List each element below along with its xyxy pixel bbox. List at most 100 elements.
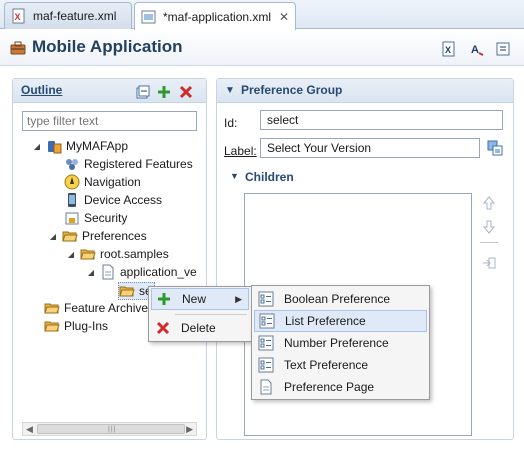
preference-group-title: Preference Group bbox=[241, 83, 343, 97]
tab-maf-feature[interactable]: X maf-feature.xml bbox=[4, 2, 132, 29]
id-label: Id: bbox=[224, 116, 238, 130]
tree-node-label: Feature Archive bbox=[64, 301, 149, 315]
help-icon[interactable] bbox=[494, 40, 512, 58]
menu-item-boolean-preference[interactable]: Boolean Preference bbox=[254, 288, 427, 310]
tree-node-feature-archive[interactable]: Feature Archive bbox=[44, 299, 148, 317]
tree-node-label: MyMAFApp bbox=[66, 139, 129, 153]
label-field[interactable]: Select Your Version bbox=[260, 138, 480, 158]
folder-open-icon bbox=[119, 283, 135, 299]
grip-icon: ||| bbox=[108, 426, 117, 433]
list-preference-icon bbox=[258, 335, 274, 351]
translate-icon[interactable] bbox=[486, 139, 504, 157]
svg-text:X: X bbox=[445, 45, 451, 55]
features-icon bbox=[64, 156, 80, 172]
horizontal-scrollbar[interactable]: ◀ ||| ▶ bbox=[22, 422, 197, 436]
tree-node-device-access[interactable]: Device Access bbox=[64, 191, 162, 209]
tree-node-label: Device Access bbox=[84, 193, 163, 207]
overview-icon[interactable]: A bbox=[468, 40, 486, 58]
delete-icon[interactable] bbox=[178, 84, 194, 100]
label-link[interactable]: Label: bbox=[224, 144, 257, 158]
menu-item-number-preference[interactable]: Number Preference bbox=[254, 332, 427, 354]
menu-item-list-preference[interactable]: List Preference bbox=[254, 310, 427, 332]
security-icon bbox=[64, 210, 80, 226]
tree-node-security[interactable]: Security bbox=[64, 209, 127, 227]
tab-maf-application[interactable]: *maf-application.xml ✕ bbox=[134, 2, 296, 30]
menu-item-label: Number Preference bbox=[284, 336, 389, 350]
collapse-icon[interactable]: ▼ bbox=[225, 85, 235, 96]
scrollbar-thumb[interactable]: ||| bbox=[37, 424, 185, 434]
folder-icon bbox=[44, 300, 60, 316]
folder-open-icon bbox=[62, 228, 78, 244]
editor-tab-bar: X maf-feature.xml *maf-application.xml ✕ bbox=[0, 0, 524, 30]
source-view-icon[interactable]: X bbox=[440, 40, 458, 58]
expand-icon[interactable]: ◢ bbox=[86, 268, 96, 277]
close-icon[interactable]: ✕ bbox=[279, 10, 289, 24]
xml-file-icon: X bbox=[11, 8, 27, 24]
outline-header: Outline bbox=[13, 79, 206, 103]
list-preference-icon bbox=[258, 291, 274, 307]
collapse-all-icon[interactable] bbox=[135, 84, 151, 100]
tree-node-label: Navigation bbox=[84, 175, 141, 189]
list-preference-icon bbox=[259, 313, 275, 329]
expand-icon[interactable]: ◢ bbox=[66, 250, 76, 259]
menu-item-new[interactable]: New ▶ bbox=[151, 288, 249, 310]
tree-node-root-samples[interactable]: ◢ root.samples bbox=[66, 245, 169, 263]
tree-node-label: Plug-Ins bbox=[64, 319, 109, 333]
expand-icon[interactable]: ◢ bbox=[48, 232, 58, 241]
editor-file-icon bbox=[141, 9, 157, 25]
tree-node-label: Preferences bbox=[82, 229, 147, 243]
tab-label: *maf-application.xml bbox=[163, 9, 272, 24]
scroll-right-icon[interactable]: ▶ bbox=[186, 424, 193, 435]
folder-open-icon bbox=[80, 246, 96, 262]
submenu-arrow-icon: ▶ bbox=[235, 293, 242, 304]
tree-node-label: root.samples bbox=[100, 247, 169, 261]
children-title: Children bbox=[245, 170, 294, 184]
import-icon[interactable] bbox=[480, 254, 498, 272]
tree-node-registered-features[interactable]: Registered Features bbox=[64, 155, 193, 173]
filter-input[interactable] bbox=[22, 111, 197, 131]
tree-node-navigation[interactable]: Navigation bbox=[64, 173, 141, 191]
menu-item-label: Boolean Preference bbox=[284, 292, 391, 306]
device-icon bbox=[64, 192, 80, 208]
list-preference-icon bbox=[258, 357, 274, 373]
menu-item-label: Delete bbox=[181, 321, 216, 335]
tab-label: maf-feature.xml bbox=[33, 9, 117, 23]
move-down-icon[interactable] bbox=[480, 218, 498, 236]
toolbox-icon bbox=[10, 40, 26, 56]
scroll-left-icon[interactable]: ◀ bbox=[26, 424, 33, 435]
new-submenu: Boolean Preference List Preference Numbe… bbox=[251, 285, 430, 400]
compass-icon bbox=[64, 174, 80, 190]
tree-node-plug-ins[interactable]: Plug-Ins bbox=[44, 317, 108, 335]
menu-item-label: Preference Page bbox=[284, 380, 375, 394]
tree-node-label: Security bbox=[84, 211, 128, 225]
move-up-icon[interactable] bbox=[480, 194, 498, 212]
outline-title: Outline bbox=[21, 83, 63, 97]
menu-item-preference-page[interactable]: Preference Page bbox=[254, 376, 427, 398]
preference-group-header[interactable]: ▼ Preference Group bbox=[217, 79, 513, 103]
svg-text:A: A bbox=[471, 44, 479, 56]
menu-item-text-preference[interactable]: Text Preference bbox=[254, 354, 427, 376]
tree-node-preferences[interactable]: ◢ Preferences bbox=[48, 227, 147, 245]
tree-node-label: Registered Features bbox=[84, 157, 193, 171]
tree-node-mymafapp[interactable]: ◢ MyMAFApp bbox=[32, 137, 128, 155]
app-icon bbox=[46, 138, 62, 154]
add-icon[interactable] bbox=[156, 84, 172, 100]
context-menu: New ▶ Delete bbox=[148, 286, 252, 342]
tree-node-application-ve[interactable]: ◢ application_ve bbox=[86, 263, 197, 281]
menu-item-label: New bbox=[182, 292, 207, 306]
menu-item-label: List Preference bbox=[285, 314, 366, 328]
tree-node-label: application_ve bbox=[120, 265, 197, 279]
svg-text:X: X bbox=[15, 12, 21, 22]
page-icon bbox=[100, 264, 116, 280]
menu-item-delete[interactable]: Delete bbox=[151, 317, 249, 339]
divider bbox=[480, 242, 498, 243]
add-icon bbox=[156, 291, 172, 307]
page-title: Mobile Application bbox=[32, 37, 183, 56]
menu-item-label: Text Preference bbox=[284, 358, 369, 372]
expand-icon[interactable]: ◢ bbox=[32, 142, 42, 151]
menu-separator bbox=[175, 314, 247, 315]
folder-icon bbox=[44, 318, 60, 334]
id-field[interactable]: select bbox=[260, 110, 503, 130]
children-collapse-icon[interactable]: ▼ bbox=[230, 171, 239, 181]
page-icon bbox=[258, 379, 274, 395]
